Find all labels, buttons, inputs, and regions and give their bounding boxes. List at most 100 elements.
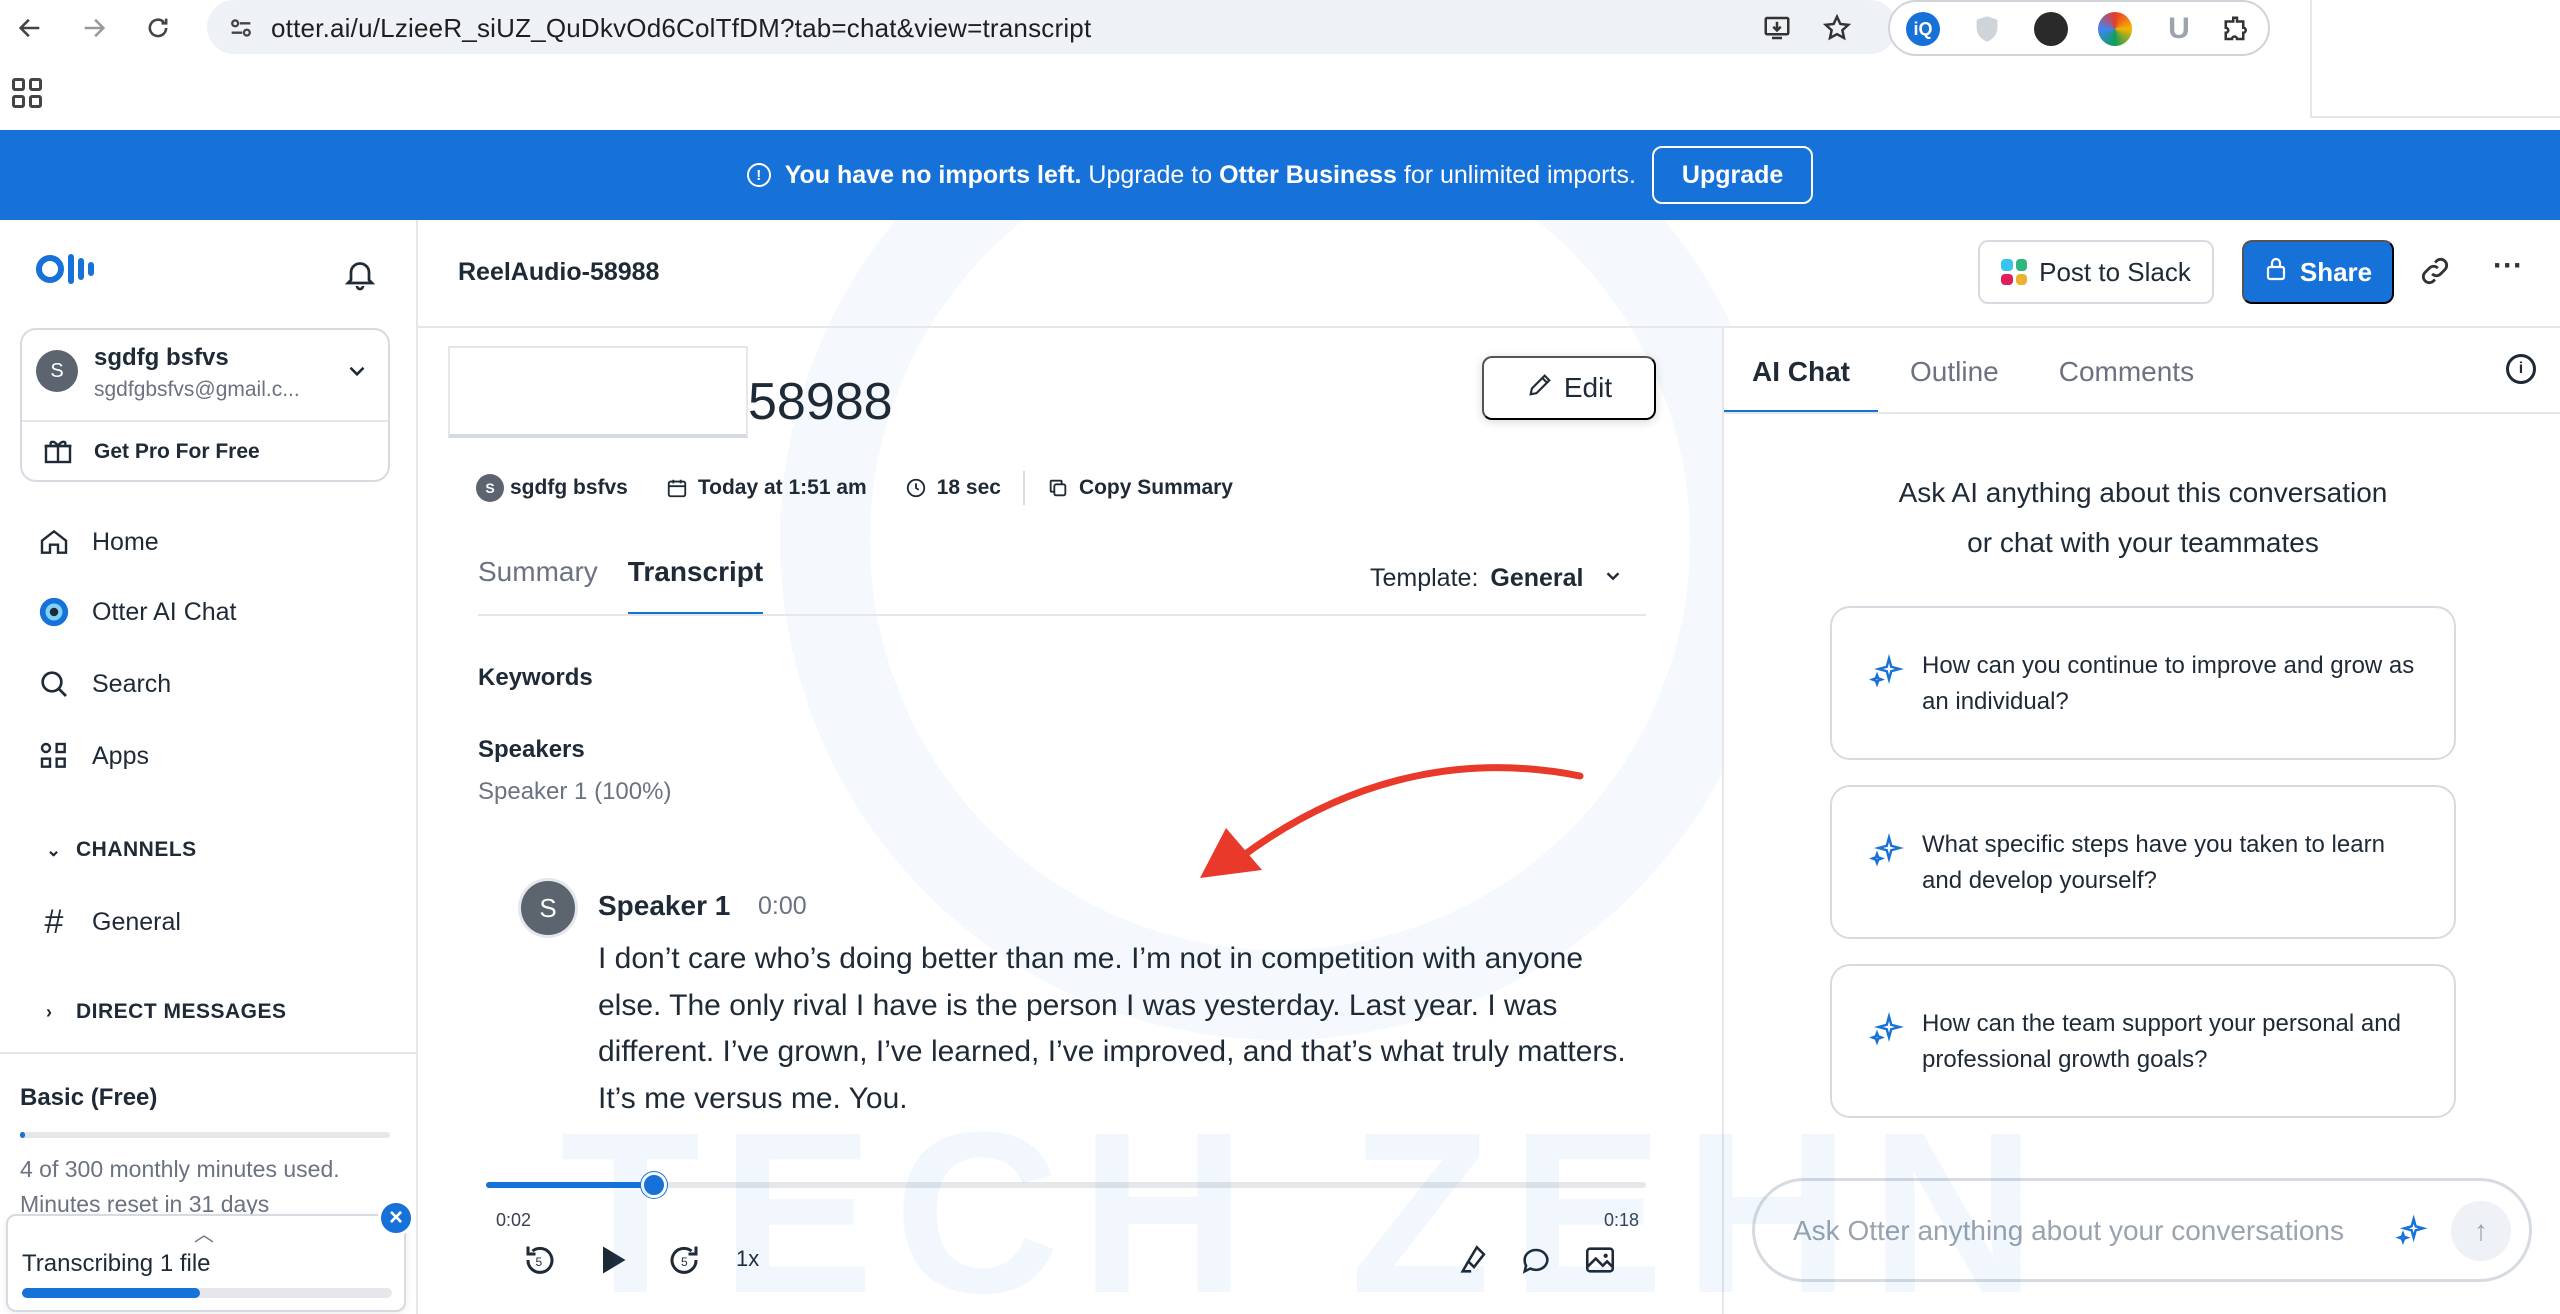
forward-5-icon[interactable]: 5 <box>664 1240 704 1280</box>
imports-banner: ! You have no imports left. Upgrade to O… <box>0 130 2560 220</box>
owner[interactable]: S sgdfg bsfvs <box>476 474 628 502</box>
extension-u-icon[interactable]: U <box>2162 12 2196 46</box>
chevron-down-icon: ⌄ <box>46 839 62 860</box>
current-time: 0:02 <box>496 1210 532 1230</box>
speaker-name[interactable]: Speaker 1 <box>598 890 730 922</box>
comment-icon[interactable] <box>1516 1240 1556 1280</box>
banner-text-b: for unlimited imports. <box>1396 160 1636 189</box>
copy-link-icon[interactable] <box>2418 254 2454 290</box>
forward-icon[interactable] <box>72 6 116 50</box>
sidebar-item-label: Home <box>92 527 159 556</box>
suggested-question[interactable]: What specific steps have you taken to le… <box>1830 785 2456 939</box>
suggestion-text: How can you continue to improve and grow… <box>1922 652 2415 715</box>
svg-text:5: 5 <box>681 1255 688 1269</box>
extension-shield-icon[interactable] <box>1970 12 2004 46</box>
notifications-bell-icon[interactable] <box>342 256 378 292</box>
direct-messages-header[interactable]: › DIRECT MESSAGES <box>46 1000 287 1024</box>
tab-ai-chat[interactable]: AI Chat <box>1724 348 1878 414</box>
post-to-slack-button[interactable]: Post to Slack <box>1978 240 2214 304</box>
sparkle-icon <box>2395 1215 2427 1246</box>
site-settings-icon[interactable] <box>227 14 255 42</box>
sidebar-item-search[interactable]: Search <box>36 664 171 704</box>
banner-bold-text: You have no imports left. <box>784 160 1082 189</box>
image-icon[interactable] <box>1580 1240 1620 1280</box>
suggested-question[interactable]: How can the team support your personal a… <box>1830 964 2456 1118</box>
avatar: S <box>36 350 78 392</box>
speaker-avatar[interactable]: S <box>518 878 578 938</box>
extensions-puzzle-icon[interactable] <box>2220 12 2254 46</box>
tab-outline[interactable]: Outline <box>1882 348 2027 414</box>
back-icon[interactable] <box>8 6 52 50</box>
suggestion-text: What specific steps have you taken to le… <box>1922 831 2385 894</box>
play-icon[interactable] <box>592 1240 632 1280</box>
highlight-icon[interactable] <box>1454 1240 1494 1280</box>
get-pro-link[interactable]: Get Pro For Free <box>94 440 260 464</box>
ask-otter-input[interactable]: Ask Otter anything about your conversati… <box>1752 1178 2532 1282</box>
close-icon[interactable]: × <box>378 1200 414 1236</box>
reload-icon[interactable] <box>136 6 180 50</box>
suggested-question[interactable]: How can you continue to improve and grow… <box>1830 606 2456 760</box>
send-arrow-icon[interactable]: ↑ <box>2451 1201 2511 1261</box>
copy-summary-button[interactable]: Copy Summary <box>1045 475 1233 501</box>
install-app-icon[interactable] <box>1757 8 1797 48</box>
rewind-5-icon[interactable]: 5 <box>520 1240 560 1280</box>
date: Today at 1:51 am <box>664 475 867 501</box>
address-bar[interactable]: otter.ai/u/LzieeR_siUZ_QuDkvOd6ColTfDM?t… <box>207 0 1897 54</box>
conversation-meta: S sgdfg bsfvs Today at 1:51 am 18 sec Co… <box>476 471 1269 505</box>
sidebar-item-label: Apps <box>92 741 149 770</box>
chevron-up-icon[interactable]: ︿ <box>194 1218 214 1247</box>
info-icon[interactable]: i <box>2506 354 2536 384</box>
speakers-value[interactable]: Speaker 1 (100%) <box>478 778 671 806</box>
browser-toolbar: otter.ai/u/LzieeR_siUZ_QuDkvOd6ColTfDM?t… <box>0 0 2560 130</box>
sidebar: S sgdfg bsfvs sgdfgbsfvs@gmail.c... Get … <box>0 220 418 1314</box>
transcript-text[interactable]: I don’t care who’s doing better than me.… <box>598 936 1638 1122</box>
transcribing-label: Transcribing 1 file <box>22 1250 211 1277</box>
sidebar-item-home[interactable]: Home <box>36 522 159 562</box>
share-button[interactable]: Share <box>2242 240 2394 304</box>
sidebar-item-otter-ai-chat[interactable]: Otter AI Chat <box>36 592 237 632</box>
apps-icon <box>36 738 72 774</box>
account-switcher[interactable]: S sgdfg bsfvs sgdfgbsfvs@gmail.c... Get … <box>20 328 390 482</box>
sparkle-icon <box>1868 1012 1904 1046</box>
clock-icon <box>903 475 929 501</box>
channels-header[interactable]: ⌄ CHANNELS <box>46 838 197 862</box>
extensions-bar: iQ U <box>1888 0 2270 56</box>
user-name: sgdfg bsfvs <box>94 344 229 371</box>
tab-summary[interactable]: Summary <box>478 556 598 616</box>
tab-comments[interactable]: Comments <box>2031 348 2222 414</box>
otter-logo[interactable] <box>36 254 94 284</box>
svg-text:5: 5 <box>536 1255 543 1269</box>
browser-apps-icon[interactable] <box>12 78 42 108</box>
extension-orb-icon[interactable] <box>2034 12 2068 46</box>
extension-color-icon[interactable] <box>2098 12 2132 46</box>
bookmark-star-icon[interactable] <box>1817 8 1857 48</box>
chevron-down-icon[interactable] <box>344 358 370 389</box>
seek-handle[interactable] <box>641 1172 668 1198</box>
url-text[interactable]: otter.ai/u/LzieeR_siUZ_QuDkvOd6ColTfDM?t… <box>271 13 1091 44</box>
pencil-icon <box>1526 371 1554 406</box>
more-options-icon[interactable]: ··· <box>2490 251 2526 290</box>
transcribing-progress <box>22 1288 392 1298</box>
sidebar-item-apps[interactable]: Apps <box>36 736 149 776</box>
transcribing-toast[interactable]: ︿ Transcribing 1 file <box>6 1214 406 1312</box>
speaker-timestamp[interactable]: 0:00 <box>758 892 807 921</box>
extension-iq-icon[interactable]: iQ <box>1906 12 1940 46</box>
conversation-tabs: Summary Transcript <box>478 556 793 616</box>
avatar: S <box>476 474 504 502</box>
channel-general[interactable]: # General <box>36 902 181 942</box>
minutes-usage-text: 4 of 300 monthly minutes used. Minutes r… <box>20 1156 340 1217</box>
minutes-usage-bar <box>20 1132 390 1138</box>
upgrade-button[interactable]: Upgrade <box>1651 146 1814 204</box>
template-selector[interactable]: Template: General <box>1370 564 1624 593</box>
browser-profile-area <box>2310 0 2560 118</box>
sidebar-item-label: Otter AI Chat <box>92 597 237 626</box>
sparkle-icon <box>1868 833 1904 867</box>
user-email: sgdfgbsfvs@gmail.c... <box>94 378 300 401</box>
keywords-heading: Keywords <box>478 664 593 691</box>
conversation-title[interactable]: 58988 <box>748 372 893 432</box>
sparkle-icon <box>1868 654 1904 688</box>
playback-speed[interactable]: 1x <box>736 1246 759 1272</box>
tab-transcript[interactable]: Transcript <box>627 556 764 616</box>
edit-button[interactable]: Edit <box>1482 356 1656 420</box>
copy-icon <box>1045 475 1071 501</box>
